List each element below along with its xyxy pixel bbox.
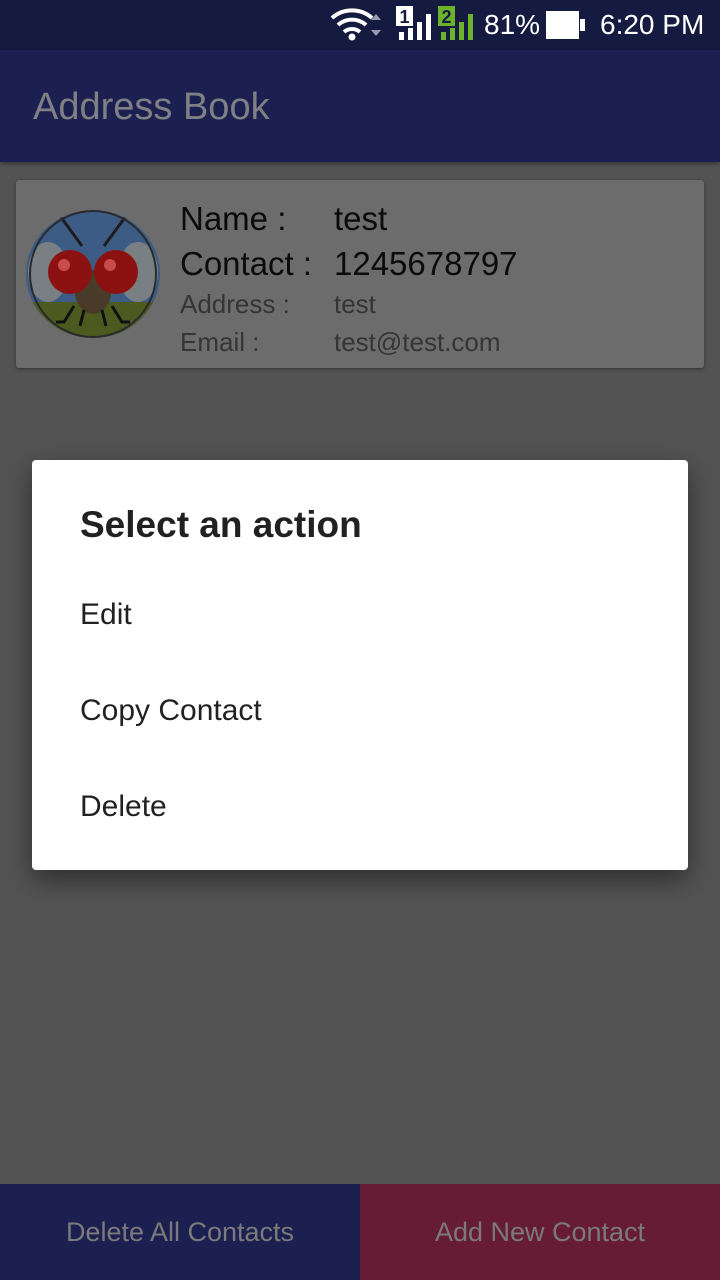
contact-label: Contact : xyxy=(180,245,313,282)
contact-card[interactable]: Name : test Contact : 1245678797 Address… xyxy=(16,180,704,368)
contact-value: 1245678797 xyxy=(334,245,518,282)
battery-icon xyxy=(546,11,586,44)
email-label: Email : xyxy=(180,327,260,357)
email-value: test@test.com xyxy=(334,327,501,357)
dialog-item-delete[interactable]: Delete xyxy=(32,759,688,855)
battery-percent: 81% xyxy=(484,9,541,40)
sim2-label: 2 xyxy=(441,7,451,27)
app-bar: Address Book xyxy=(0,50,720,162)
status-bar: 1 2 81% 6:20 PM xyxy=(0,0,720,50)
name-value: test xyxy=(334,200,388,237)
sim1-label: 1 xyxy=(399,7,409,27)
name-label: Name : xyxy=(180,200,287,237)
delete-all-contacts-button[interactable]: Delete All Contacts xyxy=(0,1184,360,1280)
contact-avatar xyxy=(26,210,160,338)
address-label: Address : xyxy=(180,289,290,319)
address-value: test xyxy=(334,289,376,319)
app-title: Address Book xyxy=(33,86,270,128)
action-dialog: Select an action Edit Copy Contact Delet… xyxy=(32,460,688,870)
add-new-contact-button[interactable]: Add New Contact xyxy=(360,1184,720,1280)
dialog-title: Select an action xyxy=(80,504,362,545)
dialog-item-copy-contact[interactable]: Copy Contact xyxy=(32,663,688,759)
sim2-signal-icon: 2 xyxy=(438,6,476,49)
wifi-icon xyxy=(330,6,388,47)
clock: 6:20 PM xyxy=(600,9,705,40)
sim1-signal-icon: 1 xyxy=(396,6,434,49)
dialog-item-edit[interactable]: Edit xyxy=(32,567,688,663)
